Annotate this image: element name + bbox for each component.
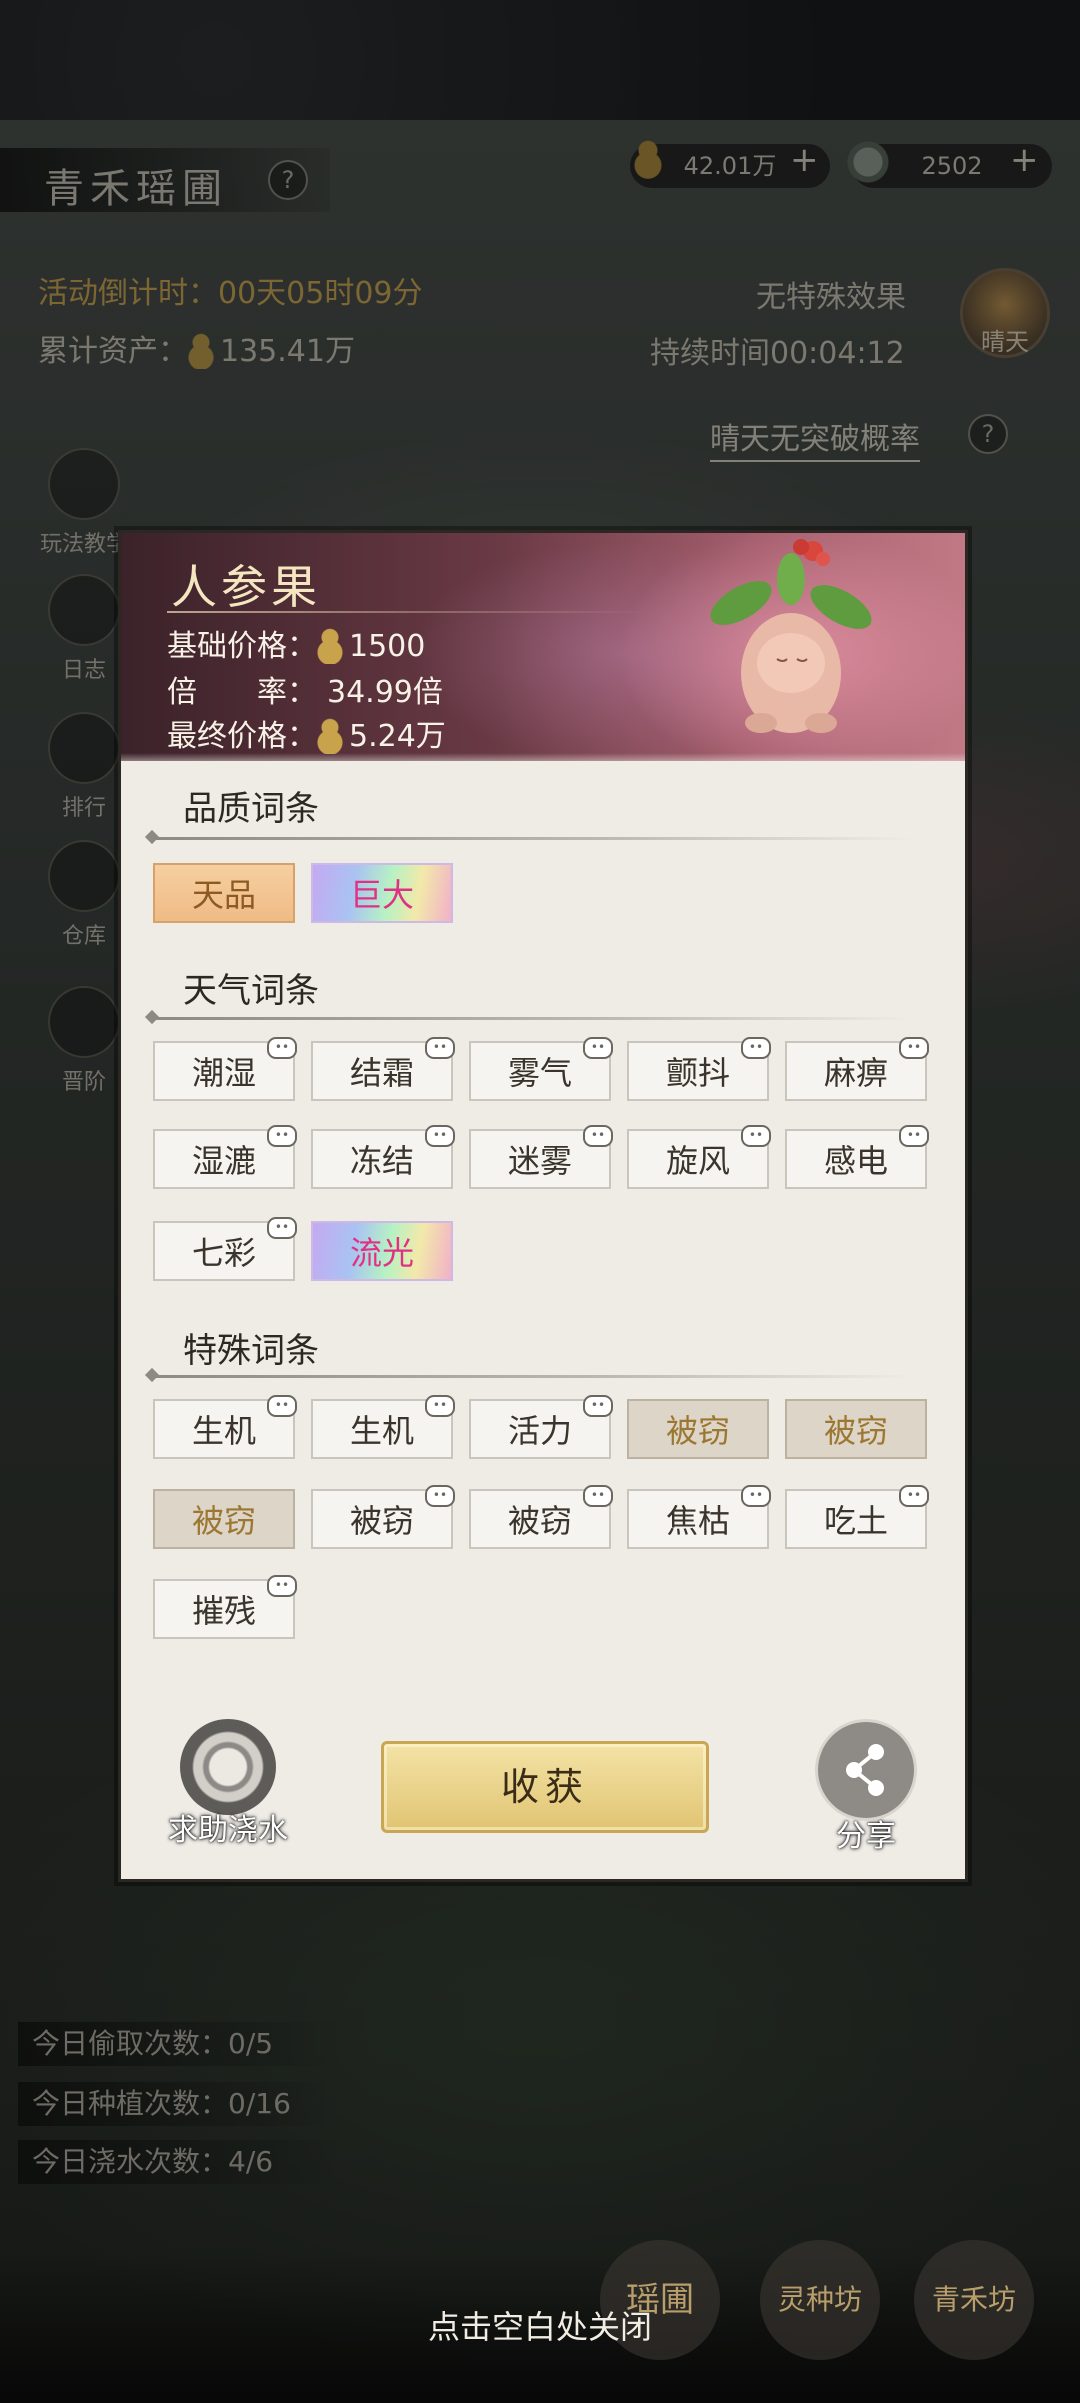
special-section-title: 特殊词条 xyxy=(183,1331,319,1371)
tag-label: 七彩 xyxy=(191,1234,256,1272)
share-icon xyxy=(815,1719,917,1821)
cat-face-icon: •• xyxy=(267,1037,297,1059)
quality-tag[interactable]: 巨大 xyxy=(311,863,453,923)
section-divider xyxy=(153,1375,913,1378)
tag-label: 吃土 xyxy=(823,1502,888,1540)
special-tag[interactable]: 被窃 xyxy=(627,1399,769,1459)
cat-face-icon: •• xyxy=(267,1125,297,1147)
weather-tag[interactable]: 颤抖 •• xyxy=(627,1037,771,1101)
quality-section-title: 品质词条 xyxy=(183,789,319,829)
cat-face-icon: •• xyxy=(425,1485,455,1507)
cat-face-icon: •• xyxy=(425,1395,455,1417)
base-price-label: 基础价格： xyxy=(167,629,317,664)
special-tag[interactable]: 生机 •• xyxy=(153,1395,297,1459)
tag-label: 麻痹 xyxy=(823,1054,888,1092)
final-price-value: 5.24万 xyxy=(349,719,446,754)
divider xyxy=(167,611,647,613)
special-tag[interactable]: 被窃 xyxy=(785,1399,927,1459)
tag-label: 湿漉 xyxy=(191,1142,256,1180)
help-water-button[interactable]: 求助浇水 xyxy=(163,1719,293,1849)
gourd-icon xyxy=(317,628,343,664)
cat-face-icon: •• xyxy=(741,1037,771,1059)
cat-face-icon: •• xyxy=(267,1217,297,1239)
cat-face-icon: •• xyxy=(267,1395,297,1417)
close-hint: 点击空白处关闭 xyxy=(427,2308,652,2346)
cat-face-icon: •• xyxy=(583,1125,613,1147)
tag-label: 结霜 xyxy=(349,1054,414,1092)
cat-face-icon: •• xyxy=(583,1395,613,1417)
rate-row: 倍 率： 34.99倍 xyxy=(167,667,443,711)
weather-tag[interactable]: 湿漉 •• xyxy=(153,1125,297,1189)
special-tag[interactable]: 焦枯 •• xyxy=(627,1485,771,1549)
special-tag[interactable]: 生机 •• xyxy=(311,1395,455,1459)
quality-tag[interactable]: 天品 xyxy=(153,863,295,923)
ginseng-fruit-icon xyxy=(710,539,872,733)
cat-face-icon: •• xyxy=(741,1485,771,1507)
weather-tag[interactable]: 七彩 •• xyxy=(153,1217,297,1281)
cat-face-icon: •• xyxy=(267,1575,297,1597)
base-price-value: 1500 xyxy=(349,629,426,664)
weather-section-title: 天气词条 xyxy=(183,971,319,1011)
weather-tag[interactable]: 流光 xyxy=(311,1221,453,1281)
cat-face-icon: •• xyxy=(425,1037,455,1059)
cat-face-icon: •• xyxy=(425,1125,455,1147)
tag-label: 雾气 xyxy=(507,1054,572,1092)
base-price-row: 基础价格： 1500 xyxy=(167,621,425,665)
tag-label: 冻结 xyxy=(349,1142,414,1180)
weather-tag[interactable]: 冻结 •• xyxy=(311,1125,455,1189)
cat-face-icon: •• xyxy=(583,1037,613,1059)
weather-tag[interactable]: 结霜 •• xyxy=(311,1037,455,1101)
special-tag[interactable]: 吃土 •• xyxy=(785,1485,929,1549)
item-detail-modal: 人参果 基础价格： 1500 倍 率： 34.99倍 最终价格： 5.24万 品质词条… xyxy=(118,530,968,1882)
final-price-row: 最终价格： 5.24万 xyxy=(167,711,446,755)
special-tag[interactable]: 摧残 •• xyxy=(153,1575,297,1639)
cat-face-icon: •• xyxy=(899,1125,929,1147)
share-button[interactable]: 分享 xyxy=(811,1719,921,1855)
rate-value: 34.99倍 xyxy=(327,675,443,710)
cat-face-icon: •• xyxy=(583,1485,613,1507)
vortex-icon xyxy=(180,1719,276,1815)
weather-tag[interactable]: 麻痹 •• xyxy=(785,1037,929,1101)
special-tag[interactable]: 活力 •• xyxy=(469,1395,613,1459)
tag-label: 颤抖 xyxy=(665,1054,730,1092)
item-header: 人参果 基础价格： 1500 倍 率： 34.99倍 最终价格： 5.24万 xyxy=(121,533,965,771)
tag-label: 感电 xyxy=(823,1142,888,1180)
special-tag[interactable]: 被窃 xyxy=(153,1489,295,1549)
weather-tag[interactable]: 迷雾 •• xyxy=(469,1125,613,1189)
tag-label: 旋风 xyxy=(665,1142,730,1180)
item-name: 人参果 xyxy=(171,560,321,614)
cat-face-icon: •• xyxy=(899,1037,929,1059)
tag-label: 摧残 xyxy=(191,1592,256,1630)
tag-label: 被窃 xyxy=(507,1502,572,1540)
final-price-label: 最终价格： xyxy=(167,719,317,754)
harvest-button[interactable]: 收获 xyxy=(381,1741,709,1833)
tag-label: 潮湿 xyxy=(191,1054,256,1092)
weather-tag[interactable]: 潮湿 •• xyxy=(153,1037,297,1101)
tag-label: 被窃 xyxy=(349,1502,414,1540)
tag-label: 活力 xyxy=(507,1412,572,1450)
weather-tag[interactable]: 旋风 •• xyxy=(627,1125,771,1189)
rate-label: 倍 率： xyxy=(167,675,317,710)
tag-label: 迷雾 xyxy=(507,1142,572,1180)
section-divider xyxy=(153,1017,913,1020)
cat-face-icon: •• xyxy=(741,1125,771,1147)
section-divider xyxy=(153,837,913,840)
cat-face-icon: •• xyxy=(899,1485,929,1507)
tag-label: 生机 xyxy=(349,1412,414,1450)
special-tag[interactable]: 被窃 •• xyxy=(469,1485,613,1549)
gourd-icon xyxy=(317,718,343,754)
help-water-label: 求助浇水 xyxy=(168,1813,288,1848)
weather-tag[interactable]: 感电 •• xyxy=(785,1125,929,1189)
tag-label: 生机 xyxy=(191,1412,256,1450)
special-tag[interactable]: 被窃 •• xyxy=(311,1485,455,1549)
tag-label: 焦枯 xyxy=(665,1502,730,1540)
weather-tag[interactable]: 雾气 •• xyxy=(469,1037,613,1101)
